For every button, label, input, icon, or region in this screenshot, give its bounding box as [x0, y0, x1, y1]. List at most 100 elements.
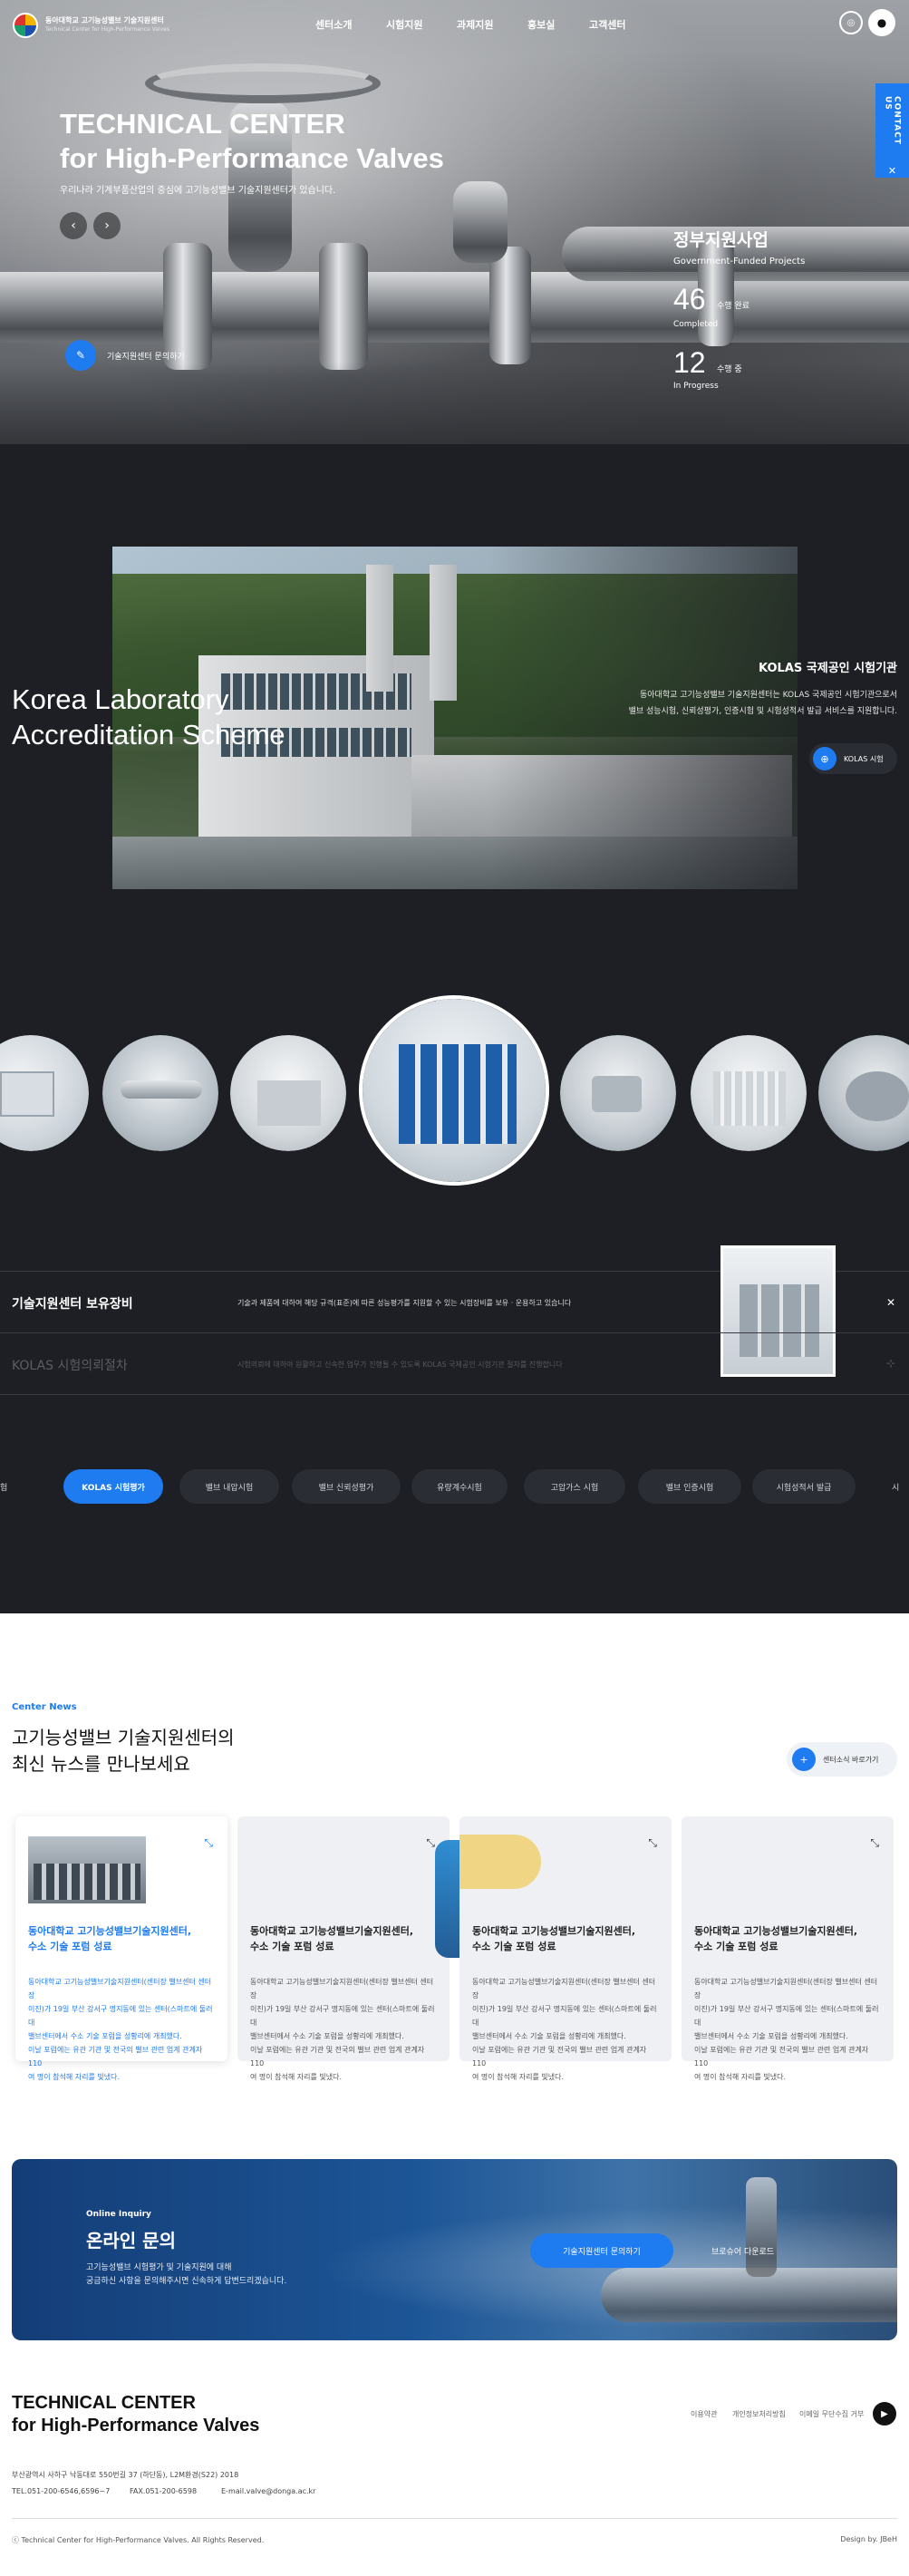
news-card-title: 동아대학교 고기능성밸브기술지원센터, 수소 기술 포럼 성료: [250, 1925, 414, 1952]
cta-pencil-button[interactable]: ✎: [65, 340, 96, 371]
expand-icon[interactable]: ⤡: [426, 1836, 435, 1850]
kolas-button-label: KOLAS 시험: [844, 754, 884, 763]
hero-title-line1: TECHNICAL CENTER: [60, 108, 345, 140]
close-icon[interactable]: ✕: [886, 1296, 895, 1309]
pill-partial-right[interactable]: 시: [870, 1469, 909, 1504]
pill-certification[interactable]: 밸브 인증시험: [638, 1469, 741, 1504]
footer-title-line1: TECHNICAL CENTER: [12, 2393, 196, 2413]
hero-title-line2: for High-Performance Valves: [60, 142, 444, 174]
equipment-photo-6[interactable]: [691, 1035, 807, 1151]
cta-label[interactable]: 기술지원센터 문의하기: [107, 350, 185, 362]
footer-divider: [12, 2518, 897, 2519]
crosshair-icon: ⊕: [813, 747, 836, 770]
progress-en: In Progress: [673, 382, 719, 391]
news-more-button[interactable]: + 센터소식 바로가기: [787, 1742, 897, 1777]
news-card-title: 동아대학교 고기능성밸브기술지원센터, 수소 기술 포럼 성료: [472, 1925, 636, 1952]
plus-icon: +: [792, 1748, 816, 1771]
equipment-shape-7: [846, 1071, 909, 1121]
menu-icon[interactable]: ●: [868, 9, 895, 36]
flange-2: [319, 243, 368, 370]
nav-pr[interactable]: 홍보실: [527, 17, 555, 32]
brochure-download-link[interactable]: 브로슈어 다운로드: [711, 2245, 774, 2257]
pill-reliability[interactable]: 밸브 신뢰성평가: [292, 1469, 401, 1504]
progress-count: 12: [673, 346, 706, 379]
kolas-heading: KOLAS 국제공인 시험기관: [759, 662, 897, 675]
pill-flow-coefficient[interactable]: 유량계수시험: [411, 1469, 508, 1504]
contact-tab-label: CONTACT US: [883, 96, 902, 145]
inquiry-primary-button[interactable]: 기술지원센터 문의하기: [530, 2233, 673, 2268]
equipment-photo-5[interactable]: [560, 1035, 676, 1151]
equipment-photo-4-active[interactable]: [359, 995, 549, 1186]
footer-link-privacy[interactable]: 개인정보처리방침: [732, 2409, 786, 2419]
pipe-main: [0, 272, 909, 343]
footer-fax: FAX.051-200-6598: [130, 2487, 198, 2495]
inquiry-valve-stem: [746, 2177, 777, 2277]
news-card-body: 동아대학교 고기능성밸브기술지원센터(센터장 밸브센터 센터장 이진)가 19일 …: [472, 1978, 657, 2081]
valve-handwheel: [145, 63, 381, 103]
logo-line1[interactable]: 동아대학교 고기능성밸브 기술지원센터: [45, 15, 164, 25]
hero-subtitle: 우리나라 기계부품산업의 중심에 고기능성밸브 기술지원센터가 있습니다.: [60, 186, 336, 196]
kolas-procedure-desc: 시험의뢰에 대하여 원활하고 신속한 업무가 진행될 수 있도록 KOLAS 국…: [237, 1361, 563, 1369]
news-card-body: 동아대학교 고기능성밸브기술지원센터(센터장 밸브센터 센터장 이진)가 19일 …: [250, 1978, 435, 2081]
news-more-label: 센터소식 바로가기: [823, 1755, 879, 1764]
equipment-photo-3[interactable]: [230, 1035, 346, 1151]
divider-3: [0, 1394, 909, 1395]
equipment-row-desc: 기술과 제품에 대하여 해당 규격(표준)에 따른 성능평가를 지원할 수 있는…: [237, 1299, 572, 1307]
nav-test-support[interactable]: 시험지원: [386, 17, 422, 32]
news-card-4[interactable]: ⤡ 동아대학교 고기능성밸브기술지원센터, 수소 기술 포럼 성료 동아대학교 고…: [682, 1816, 894, 2081]
gov-title: 정부지원사업: [673, 230, 769, 250]
nav-center-intro[interactable]: 센터소개: [315, 17, 352, 32]
kolas-title-line1: Korea Laboratory: [12, 683, 229, 715]
footer-link-terms[interactable]: 이용약관: [691, 2409, 717, 2419]
inquiry-eyebrow: Online Inquiry: [86, 2210, 151, 2219]
expand-icon[interactable]: ⤡: [648, 1836, 657, 1850]
pill-test-report[interactable]: 시험성적서 발급: [752, 1469, 856, 1504]
youtube-icon[interactable]: ▶: [873, 2402, 896, 2426]
equipment-shape-5: [592, 1076, 642, 1112]
inquiry-desc-line1: 고기능성밸브 시험평가 및 기술지원에 대해: [86, 2263, 232, 2272]
equipment-row-title[interactable]: 기술지원센터 보유장비: [12, 1294, 133, 1312]
footer-email[interactable]: E-mail.valve@donga.ac.kr: [221, 2487, 315, 2495]
expand-icon[interactable]: ⤡: [870, 1836, 879, 1850]
inquiry-desc-line2: 궁금하신 사항을 문의해주시면 신속하게 답변드리겠습니다.: [86, 2277, 287, 2286]
expand-icon[interactable]: ⤡: [204, 1836, 213, 1850]
completed-count: 46: [673, 283, 706, 315]
university-seal-icon[interactable]: ◎: [839, 11, 863, 34]
equipment-preview-photo: [720, 1245, 836, 1377]
pill-high-pressure-gas[interactable]: 고압가스 시험: [524, 1469, 625, 1504]
equipment-shape-6: [713, 1071, 786, 1126]
next-slide-button[interactable]: ›: [93, 212, 121, 239]
pill-pressure-test[interactable]: 밸브 내압시험: [179, 1469, 279, 1504]
nav-customer[interactable]: 고객센터: [589, 17, 625, 32]
contact-us-tab[interactable]: CONTACT US ✕: [875, 83, 909, 178]
hero-shade: [0, 363, 909, 444]
equipment-shape-1: [0, 1071, 54, 1117]
logo-emblem[interactable]: [13, 13, 38, 38]
chevron-left-icon: ‹: [71, 218, 76, 233]
chevron-right-icon: ›: [104, 218, 110, 233]
logo-line2[interactable]: Technical Center for High-Performance Va…: [45, 26, 169, 33]
pill-kolas-test[interactable]: KOLAS 시험평가: [63, 1469, 163, 1504]
equipment-shape-4: [399, 1044, 517, 1144]
gov-subtitle: Government-Funded Projects: [673, 257, 806, 266]
news-card-3[interactable]: ⤡ 동아대학교 고기능성밸브기술지원센터, 수소 기술 포럼 성료 동아대학교 고…: [459, 1816, 672, 2081]
footer-link-email-refuse[interactable]: 이메일 무단수집 거부: [799, 2409, 864, 2419]
footer-title-line2: for High-Performance Valves: [12, 2416, 260, 2436]
thumb-people: [34, 1864, 140, 1900]
prev-slide-button[interactable]: ‹: [60, 212, 87, 239]
inquiry-title: 온라인 문의: [86, 2230, 176, 2252]
inquiry-banner: Online Inquiry 온라인 문의 고기능성밸브 시험평가 및 기술지원…: [12, 2159, 897, 2340]
crosshair-icon[interactable]: ⊹: [886, 1357, 895, 1370]
news-card-2[interactable]: ⤡ 동아대학교 고기능성밸브기술지원센터, 수소 기술 포럼 성료 동아대학교 고…: [237, 1816, 450, 2081]
nav-project-support[interactable]: 과제지원: [457, 17, 493, 32]
kolas-procedure-title[interactable]: KOLAS 시험의뢰절차: [12, 1356, 128, 1374]
completed-unit: 수행 완료: [717, 302, 749, 311]
footer-copyright: ⓒ Technical Center for High-Performance …: [12, 2536, 265, 2544]
news-eyebrow: Center News: [12, 1702, 77, 1712]
equipment-photo-2[interactable]: [102, 1035, 218, 1151]
equipment-shape-2: [121, 1080, 202, 1099]
news-card-1[interactable]: ⤡ 동아대학교 고기능성밸브기술지원센터, 수소 기술 포럼 성료 동아대학교 고…: [15, 1816, 227, 2081]
footer-tel: TEL.051-200-6546,6596~7: [12, 2487, 111, 2495]
equipment-shape-3: [257, 1080, 321, 1126]
kolas-test-button[interactable]: ⊕ KOLAS 시험: [809, 743, 897, 774]
